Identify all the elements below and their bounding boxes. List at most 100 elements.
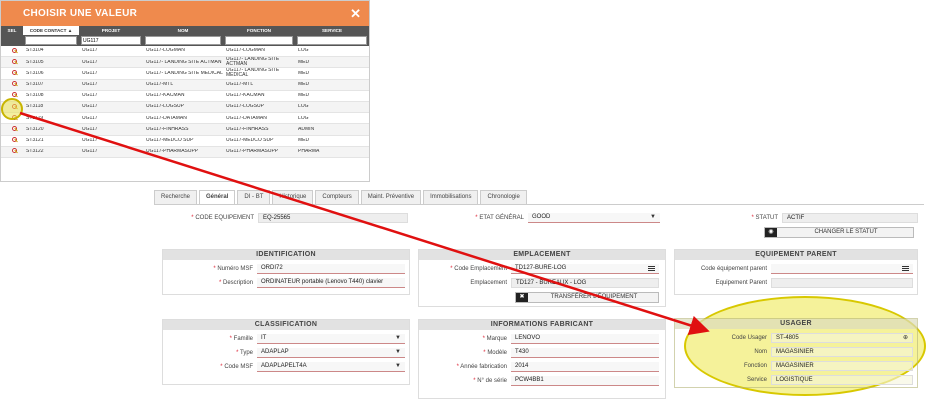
cell-nom: UG117-MTL (146, 82, 174, 88)
code-equipement-label: * CODE EQUIPEMENT (191, 215, 254, 221)
tab-general[interactable]: Général (199, 190, 236, 204)
filter-row (1, 35, 369, 46)
modele-input[interactable]: T430 (511, 348, 659, 358)
code-emplacement-input[interactable]: TD127-BURE-LOG (511, 264, 659, 274)
cell-service: LOG (298, 48, 309, 54)
select-icon[interactable] (11, 47, 18, 55)
select-icon[interactable] (11, 69, 18, 77)
search-icon[interactable]: ⊕ (903, 334, 908, 342)
table-row[interactable]: ST3104 UG117 UG117-LOGMAN UG117-LOGMAN LOG (1, 46, 369, 58)
table-row[interactable]: ST3105 UG117 UG117- LANDING SITE ACTMAN UG1… (1, 57, 369, 69)
description-input[interactable]: ORDINATEUR portable (Lenovo T440) clavie… (257, 278, 405, 288)
cell-service: LOG (298, 104, 309, 110)
cell-projet: UG117 (82, 70, 98, 76)
cell-service: MED (298, 70, 310, 76)
highlight-circle (1, 98, 23, 120)
chevron-down-icon: ▼ (395, 363, 401, 369)
etat-general-select[interactable]: GOOD ▼ (528, 213, 660, 223)
cell-fonction: UG117-MTL (226, 82, 254, 88)
filter-nom-input[interactable] (145, 36, 221, 45)
service-field: LOGISTIQUE (771, 375, 913, 385)
select-icon[interactable] (11, 81, 18, 88)
cell-service: LOG (298, 115, 309, 121)
cell-fonction: UG117-FINHRASS (226, 126, 269, 132)
tab-chronologie[interactable]: Chronologie (480, 190, 527, 204)
column-header-projet[interactable]: PROJET (79, 28, 143, 33)
tab-di-bt[interactable]: DI - BT (237, 190, 271, 204)
close-icon[interactable]: ✕ (350, 6, 361, 22)
numero-serie-label: * N° de série (473, 378, 507, 384)
informations-fabricant-section: INFORMATIONS FABRICANT * Marque LENOVO *… (418, 319, 666, 399)
table-row[interactable]: ST3119 UG117 UG117-DATAMAN UG117-DATAMAN LOG (1, 113, 369, 125)
filter-service-input[interactable] (297, 36, 367, 45)
column-header-fonction[interactable]: FONCTION (223, 28, 295, 33)
cell-projet: UG117 (82, 104, 98, 110)
table-row[interactable]: ST3120 UG117 UG117-FINHRASS UG117-FINHRASS A… (1, 124, 369, 136)
tab-historique[interactable]: Historique (272, 190, 314, 204)
cell-projet: UG117 (82, 137, 98, 143)
cell-code: ST3118 (26, 104, 44, 110)
annee-fabrication-input[interactable]: 2014 (511, 362, 659, 372)
code-usager-input[interactable]: ST-4805 ⊕ (771, 333, 913, 343)
cell-fonction: UG117-DATAMAN (226, 115, 267, 121)
emplacement-field: TD127 - BUREAUX - LOG (511, 278, 659, 288)
code-equipement-parent-input[interactable] (771, 264, 913, 274)
tab-maint-preventive[interactable]: Maint. Préventive (360, 190, 422, 204)
table-row[interactable]: ST3122 UG117 UG117-PHARMASUPP UG117-PHARMAS… (1, 146, 369, 158)
select-icon[interactable] (11, 137, 18, 144)
tab-immobilisations[interactable]: Immobilisations (423, 190, 479, 204)
filter-fonction-input[interactable] (225, 36, 293, 45)
cell-nom: UG117-LOGMAN (146, 48, 185, 54)
fonction-label: Fonction (743, 363, 767, 369)
select-icon[interactable] (11, 148, 18, 155)
cell-service: MED (298, 82, 310, 88)
cell-nom: UG117-PHARMASUPP (146, 149, 199, 155)
numero-msf-input[interactable]: ORDI72 (257, 264, 405, 274)
dialog-title: CHOISIR UNE VALEUR (23, 8, 138, 19)
column-header-nom[interactable]: NOM (143, 28, 223, 33)
section-title: USAGER (675, 319, 917, 329)
cell-service: MED (298, 137, 310, 143)
type-select[interactable]: ADAPLAP ▼ (257, 348, 405, 358)
table-row[interactable]: ST3121 UG117 UG117-MEDCO SUP UG117-MEDCO SU… (1, 136, 369, 147)
choose-value-dialog: CHOISIR UNE VALEUR ✕ SEL CODE CONTACT ▲ … (0, 0, 370, 182)
column-headers: SEL CODE CONTACT ▲ PROJET NOM FONCTION S… (1, 26, 369, 35)
code-equipement-field[interactable]: EQ-25565 (258, 213, 408, 223)
changer-statut-button[interactable]: ◉ CHANGER LE STATUT (764, 227, 914, 238)
table-row[interactable]: ST3118 UG117 UG117-LOGSUP UG117-LOGSUP LOG (1, 101, 369, 114)
menu-icon[interactable] (902, 266, 909, 271)
tab-recherche[interactable]: Recherche (154, 190, 198, 204)
code-msf-label: * Code MSF (220, 364, 253, 370)
equipement-parent-section: EQUIPEMENT PARENT Code équipement parent… (674, 249, 918, 295)
famille-select[interactable]: IT ▼ (257, 334, 405, 344)
column-header-service[interactable]: SERVICE (295, 28, 369, 33)
cell-projet: UG117 (82, 93, 98, 99)
close-icon: ✖ (516, 293, 528, 302)
section-title: CLASSIFICATION (163, 320, 409, 330)
cell-projet: UG117 (82, 149, 98, 155)
table-row[interactable]: ST3108 UG117 UG117-KACMAN UG117-KACMAN MED (1, 91, 369, 102)
numero-serie-input[interactable]: PCW4BB1 (511, 376, 659, 386)
cell-nom: UG117- LANDING SITE MEDICAL (146, 70, 223, 76)
code-emplacement-label: * Code Emplacement (450, 266, 507, 272)
code-msf-select[interactable]: ADAPLAPELT4A ▼ (257, 362, 405, 372)
cell-code: ST3121 (26, 137, 44, 143)
select-icon[interactable] (11, 58, 18, 66)
dialog-header: CHOISIR UNE VALEUR ✕ (1, 1, 369, 26)
table-row[interactable]: ST3107 UG117 UG117-MTL UG117-MTL MED (1, 79, 369, 91)
select-icon[interactable] (11, 125, 18, 133)
tab-compteurs[interactable]: Compteurs (315, 190, 359, 204)
column-header-code-contact[interactable]: CODE CONTACT ▲ (23, 26, 79, 35)
cell-nom: UG117-MEDCO SUP (146, 137, 194, 143)
table-row[interactable]: ST3106 UG117 UG117- LANDING SITE MEDICAL UG… (1, 68, 369, 80)
menu-icon[interactable] (648, 266, 655, 271)
result-list: ST3104 UG117 UG117-LOGMAN UG117-LOGMAN LOG ST… (1, 46, 369, 158)
filter-projet-input[interactable] (81, 36, 141, 45)
transferer-equipement-button[interactable]: ✖ TRANSFÉRER L'ÉQUIPEMENT (515, 292, 659, 303)
statut-field[interactable]: ACTIF (782, 213, 918, 223)
service-label: Service (746, 377, 767, 383)
cell-code: ST3105 (26, 59, 44, 65)
marque-input[interactable]: LENOVO (511, 334, 659, 344)
filter-code-input[interactable] (25, 36, 77, 45)
cell-fonction: UG117- LANDING SITE ACTMAN (226, 57, 280, 68)
